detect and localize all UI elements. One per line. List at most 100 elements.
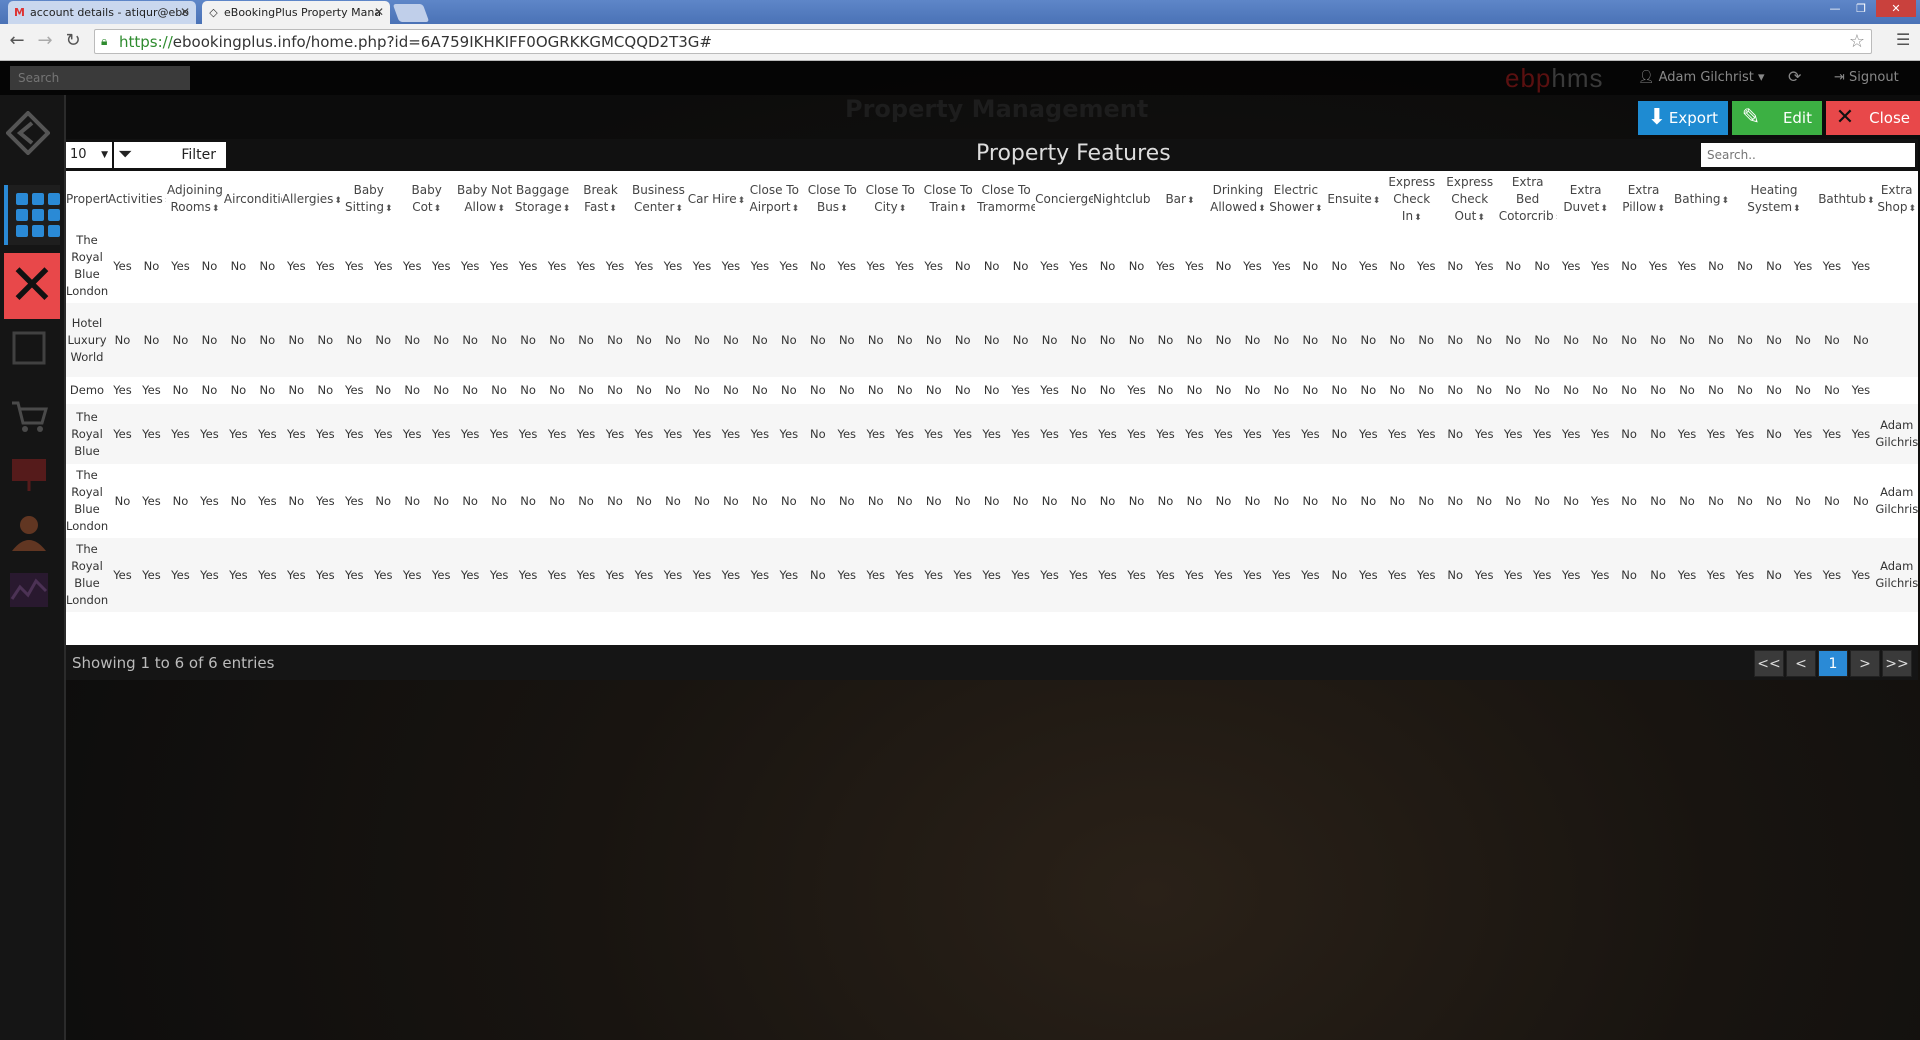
column-header[interactable]: Activities⬍ [108, 171, 166, 229]
sort-icon[interactable]: ⬍ [1414, 213, 1422, 223]
column-header[interactable]: Bar⬍ [1151, 171, 1209, 229]
column-header[interactable]: Car Hire⬍ [687, 171, 745, 229]
column-header[interactable]: Express Check In⬍ [1383, 171, 1441, 229]
filter-button[interactable]: ⏷ Filter [114, 142, 226, 168]
column-header[interactable]: Extra Pillow⬍ [1615, 171, 1673, 229]
feature-value-cell: No [896, 383, 913, 397]
sort-icon[interactable]: ⬍ [899, 204, 907, 214]
app-search-input[interactable] [10, 66, 190, 90]
back-nav-icon[interactable] [6, 111, 50, 155]
home-icon[interactable] [8, 329, 50, 371]
sort-icon[interactable]: ⬍ [675, 204, 683, 214]
sort-icon[interactable]: ⬍ [385, 204, 393, 214]
sort-icon[interactable]: ⬍ [563, 204, 571, 214]
bookmark-star-icon[interactable]: ☆ [1849, 31, 1865, 52]
prev-page-button[interactable]: < [1786, 650, 1816, 677]
window-close-icon[interactable]: ✕ [1876, 0, 1916, 17]
column-header[interactable]: Concierge⬍ [1035, 171, 1093, 229]
table-row[interactable]: The Royal Blue London No Yes No Yes No Yes No Ye… [66, 464, 1918, 538]
cart-icon[interactable] [8, 395, 50, 437]
new-tab-button[interactable] [392, 4, 430, 22]
sort-icon[interactable]: ⬍ [1793, 204, 1801, 214]
column-header[interactable]: Close To City⬍ [861, 171, 919, 229]
sort-icon[interactable]: ⬍ [212, 204, 220, 214]
column-header[interactable]: Baby Cot⬍ [398, 171, 456, 229]
column-header[interactable]: Extra Duvet⬍ [1557, 171, 1615, 229]
user-menu[interactable]: 👤︎ Adam Gilchrist ▾ [1638, 70, 1765, 85]
sort-icon[interactable]: ⬍ [1721, 196, 1729, 206]
signout-button[interactable]: ⇥ Signout [1834, 70, 1899, 85]
export-button[interactable]: ⬇ Export [1638, 101, 1728, 135]
page-size-select[interactable]: 10 ▼ [66, 142, 112, 168]
forward-arrow-icon[interactable]: → [34, 30, 56, 52]
sort-icon[interactable]: ⬍ [1867, 196, 1875, 206]
sort-icon[interactable]: ⬍ [434, 204, 442, 214]
column-header[interactable]: Allergies⬍ [282, 171, 340, 229]
tab-gmail[interactable]: M account details - atiqur@ebo ✕ [8, 1, 196, 24]
sort-icon[interactable]: ⬍ [1315, 204, 1323, 214]
sort-icon[interactable]: ⬍ [1373, 196, 1381, 206]
column-header[interactable]: Extra Bed Cotorcrib⬍ [1499, 171, 1557, 229]
sort-icon[interactable]: ⬍ [959, 204, 967, 214]
close-button[interactable]: ✕ Close [1826, 101, 1920, 135]
column-header[interactable]: Property⬍ [66, 171, 108, 229]
column-header[interactable]: Drinking Allowed⬍ [1209, 171, 1267, 229]
sidebar-close-button[interactable]: ✕ [4, 253, 60, 319]
next-page-button[interactable]: > [1850, 650, 1880, 677]
analytics-icon[interactable] [8, 569, 50, 611]
column-header[interactable]: Close To Train⬍ [919, 171, 977, 229]
table-search-input[interactable] [1701, 143, 1915, 167]
column-header[interactable]: Adjoining Rooms⬍ [166, 171, 224, 229]
table-row[interactable]: Demo Yes Yes No No No No No No Yes No No No No No No No N… [66, 377, 1918, 404]
table-row[interactable]: Hotel Luxury World No No No No No No No No No No No… [66, 303, 1918, 377]
edit-button[interactable]: ✎ Edit [1732, 101, 1822, 135]
column-header[interactable]: Baby Not Allow⬍ [456, 171, 514, 229]
minimize-icon[interactable]: — [1822, 0, 1848, 17]
table-row[interactable]: The Royal Blue Yes Yes Yes Yes Yes Yes Yes Yes Ye… [66, 404, 1918, 464]
sort-icon[interactable]: ⬍ [840, 204, 848, 214]
user-profile-icon[interactable] [8, 511, 50, 553]
column-header[interactable]: Nightclub⬍ [1093, 171, 1151, 229]
column-header[interactable]: Close To Bus⬍ [803, 171, 861, 229]
back-arrow-icon[interactable]: ← [6, 30, 28, 52]
sort-icon[interactable]: ⬍ [738, 196, 746, 206]
sort-icon[interactable]: ⬍ [1600, 204, 1608, 214]
close-icon[interactable]: ✕ [374, 1, 384, 24]
column-header[interactable]: Baggage Storage⬍ [514, 171, 572, 229]
sort-icon[interactable]: ⬍ [609, 204, 617, 214]
column-header[interactable]: Close To Tramormetro⬍ [977, 171, 1035, 229]
refresh-icon[interactable]: ⟳ [1788, 67, 1801, 86]
sort-icon[interactable]: ⬍ [1477, 213, 1485, 223]
sort-icon[interactable]: ⬍ [497, 204, 505, 214]
sort-icon[interactable]: ⬍ [792, 204, 800, 214]
table-row[interactable]: The Royal Blue London Yes Yes Yes Yes Yes Yes Y… [66, 538, 1918, 612]
column-header[interactable]: Break Fast⬍ [572, 171, 630, 229]
presentation-icon[interactable] [8, 453, 50, 495]
column-header[interactable]: Bathtub⬍ [1817, 171, 1875, 229]
sort-icon[interactable]: ⬍ [1657, 204, 1665, 214]
table-row[interactable]: The Royal Blue London Yes No Yes No No No Yes Ye… [66, 229, 1918, 303]
last-page-button[interactable]: >> [1882, 650, 1912, 677]
column-header[interactable]: Extra Shop⬍ [1875, 171, 1918, 229]
column-header[interactable]: Business Center⬍ [629, 171, 687, 229]
column-header[interactable]: Aircondition⬍ [224, 171, 282, 229]
apps-grid-button[interactable] [4, 185, 60, 245]
column-header[interactable]: Close To Airport⬍ [745, 171, 803, 229]
column-header[interactable]: Baby Sitting⬍ [340, 171, 398, 229]
close-icon[interactable]: ✕ [180, 1, 190, 24]
tab-ebookingplus[interactable]: ◇ eBookingPlus Property Mana ✕ [202, 1, 390, 24]
url-field[interactable]: 🔒︎ https://ebookingplus.info/home.php?id… [94, 29, 1872, 54]
column-header[interactable]: Bathing⬍ [1673, 171, 1731, 229]
browser-menu-icon[interactable]: ☰ [1896, 30, 1910, 49]
column-header[interactable]: Express Check Out⬍ [1441, 171, 1499, 229]
column-header[interactable]: Heating System⬍ [1730, 171, 1817, 229]
column-header[interactable]: Electric Shower⬍ [1267, 171, 1325, 229]
sort-icon[interactable]: ⬍ [1258, 204, 1266, 214]
restore-icon[interactable]: ❐ [1848, 0, 1874, 17]
page-1-button[interactable]: 1 [1818, 650, 1848, 677]
column-header[interactable]: Ensuite⬍ [1325, 171, 1383, 229]
sort-icon[interactable]: ⬍ [1909, 204, 1917, 214]
reload-icon[interactable]: ↻ [62, 30, 84, 52]
first-page-button[interactable]: << [1754, 650, 1784, 677]
sort-icon[interactable]: ⬍ [1187, 196, 1195, 206]
